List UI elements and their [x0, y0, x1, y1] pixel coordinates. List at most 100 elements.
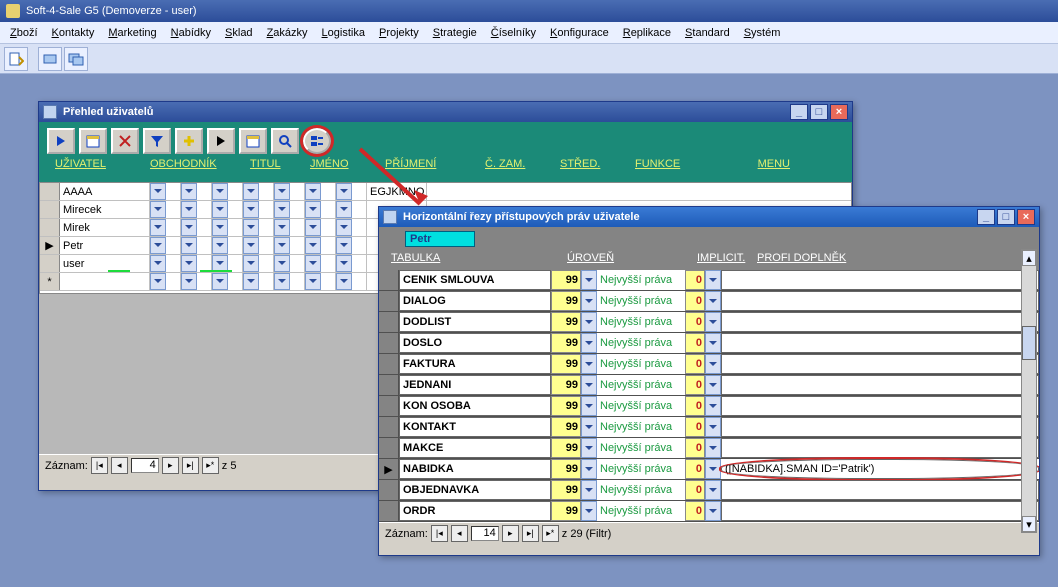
- users-header-3[interactable]: JMÉNO: [310, 158, 385, 170]
- table-row[interactable]: ▶NABIDKA99Nejvyšší práva0([NABIDKA].SMAN…: [379, 459, 1039, 480]
- nav-new-button[interactable]: ▸*: [542, 525, 559, 542]
- implicit-cell[interactable]: 0: [685, 396, 705, 416]
- calendar2-icon[interactable]: [239, 128, 267, 154]
- menu-zakázky[interactable]: Zakázky: [261, 25, 314, 41]
- record-number-input[interactable]: 4: [131, 458, 159, 473]
- dropdown-icon[interactable]: [243, 273, 259, 290]
- dropdown-icon[interactable]: [305, 201, 321, 218]
- table-row[interactable]: FAKTURA99Nejvyšší práva0: [379, 354, 1039, 375]
- cell[interactable]: [352, 201, 367, 218]
- dropdown-icon[interactable]: [705, 333, 721, 353]
- table-name-cell[interactable]: CENIK SMLOUVA: [399, 270, 551, 290]
- menu-marketing[interactable]: Marketing: [102, 25, 162, 41]
- menu-zboží[interactable]: Zboží: [4, 25, 44, 41]
- menu-kontakty[interactable]: Kontakty: [46, 25, 101, 41]
- dropdown-icon[interactable]: [243, 255, 259, 272]
- profi-cell[interactable]: [721, 480, 1039, 500]
- cell[interactable]: [259, 273, 274, 290]
- minimize-button[interactable]: _: [790, 104, 808, 120]
- level-cell[interactable]: 99: [551, 459, 581, 479]
- nav-first-button[interactable]: |◂: [91, 457, 108, 474]
- menu-strategie[interactable]: Strategie: [427, 25, 483, 41]
- dropdown-icon[interactable]: [274, 255, 290, 272]
- table-name-cell[interactable]: FAKTURA: [399, 354, 551, 374]
- dropdown-icon[interactable]: [150, 237, 166, 254]
- vertical-scrollbar[interactable]: ▴ ▾: [1021, 249, 1037, 533]
- dropdown-icon[interactable]: [581, 417, 597, 437]
- minimize-button[interactable]: _: [977, 209, 995, 225]
- dropdown-icon[interactable]: [212, 219, 228, 236]
- scroll-down-button[interactable]: ▾: [1022, 516, 1036, 532]
- users-header-4[interactable]: PŘÍJMENÍ: [385, 158, 485, 170]
- dropdown-icon[interactable]: [705, 501, 721, 521]
- implicit-cell[interactable]: 0: [685, 354, 705, 374]
- dropdown-icon[interactable]: [181, 183, 197, 200]
- filter-icon[interactable]: [143, 128, 171, 154]
- dropdown-icon[interactable]: [581, 270, 597, 290]
- rights-user-field[interactable]: Petr: [405, 231, 475, 247]
- dropdown-icon[interactable]: [581, 459, 597, 479]
- row-selector[interactable]: [379, 417, 399, 437]
- menu-projekty[interactable]: Projekty: [373, 25, 425, 41]
- dropdown-icon[interactable]: [274, 201, 290, 218]
- nav-prev-button[interactable]: ◂: [111, 457, 128, 474]
- dropdown-icon[interactable]: [705, 438, 721, 458]
- table-name-cell[interactable]: ORDR: [399, 501, 551, 521]
- menu-logistika[interactable]: Logistika: [316, 25, 371, 41]
- dropdown-icon[interactable]: [150, 255, 166, 272]
- scroll-up-button[interactable]: ▴: [1022, 250, 1036, 266]
- dropdown-icon[interactable]: [243, 201, 259, 218]
- cell[interactable]: [197, 183, 212, 200]
- dropdown-icon[interactable]: [581, 396, 597, 416]
- dropdown-icon[interactable]: [705, 291, 721, 311]
- dropdown-icon[interactable]: [336, 273, 352, 290]
- dropdown-icon[interactable]: [243, 237, 259, 254]
- dropdown-icon[interactable]: [181, 255, 197, 272]
- cell[interactable]: [290, 183, 305, 200]
- implicit-cell[interactable]: 0: [685, 270, 705, 290]
- table-row[interactable]: DODLIST99Nejvyšší práva0: [379, 312, 1039, 333]
- cell[interactable]: user: [60, 255, 150, 272]
- dropdown-icon[interactable]: [336, 237, 352, 254]
- cell[interactable]: [228, 237, 243, 254]
- implicit-cell[interactable]: 0: [685, 501, 705, 521]
- implicit-cell[interactable]: 0: [685, 333, 705, 353]
- cell[interactable]: [290, 219, 305, 236]
- row-selector[interactable]: ▶: [379, 459, 399, 479]
- cell[interactable]: [321, 201, 336, 218]
- cell[interactable]: [197, 219, 212, 236]
- profi-cell[interactable]: [721, 375, 1039, 395]
- dropdown-icon[interactable]: [705, 480, 721, 500]
- row-selector[interactable]: [379, 291, 399, 311]
- profi-cell[interactable]: [721, 291, 1039, 311]
- level-cell[interactable]: 99: [551, 333, 581, 353]
- dropdown-icon[interactable]: [581, 312, 597, 332]
- level-cell[interactable]: 99: [551, 480, 581, 500]
- table-name-cell[interactable]: NABIDKA: [399, 459, 551, 479]
- profi-cell[interactable]: ([NABIDKA].SMAN ID='Patrik'): [721, 459, 1039, 479]
- cell[interactable]: [166, 201, 181, 218]
- implicit-cell[interactable]: 0: [685, 375, 705, 395]
- cell[interactable]: [166, 219, 181, 236]
- cell[interactable]: [197, 273, 212, 290]
- profi-cell[interactable]: [721, 333, 1039, 353]
- dropdown-icon[interactable]: [705, 375, 721, 395]
- dropdown-icon[interactable]: [336, 183, 352, 200]
- dropdown-icon[interactable]: [150, 219, 166, 236]
- implicit-cell[interactable]: 0: [685, 480, 705, 500]
- dropdown-icon[interactable]: [705, 354, 721, 374]
- menu-replikace[interactable]: Replikace: [617, 25, 677, 41]
- profi-cell[interactable]: [721, 354, 1039, 374]
- level-cell[interactable]: 99: [551, 375, 581, 395]
- cell[interactable]: EGJKMNO: [367, 183, 427, 200]
- table-name-cell[interactable]: DIALOG: [399, 291, 551, 311]
- dropdown-icon[interactable]: [212, 201, 228, 218]
- close-button[interactable]: ×: [1017, 209, 1035, 225]
- cell[interactable]: [321, 237, 336, 254]
- nav-next-button[interactable]: ▸: [162, 457, 179, 474]
- calendar-icon[interactable]: [79, 128, 107, 154]
- profi-cell[interactable]: [721, 417, 1039, 437]
- users-header-2[interactable]: TITUL: [250, 158, 310, 170]
- row-selector[interactable]: [379, 333, 399, 353]
- dropdown-icon[interactable]: [581, 375, 597, 395]
